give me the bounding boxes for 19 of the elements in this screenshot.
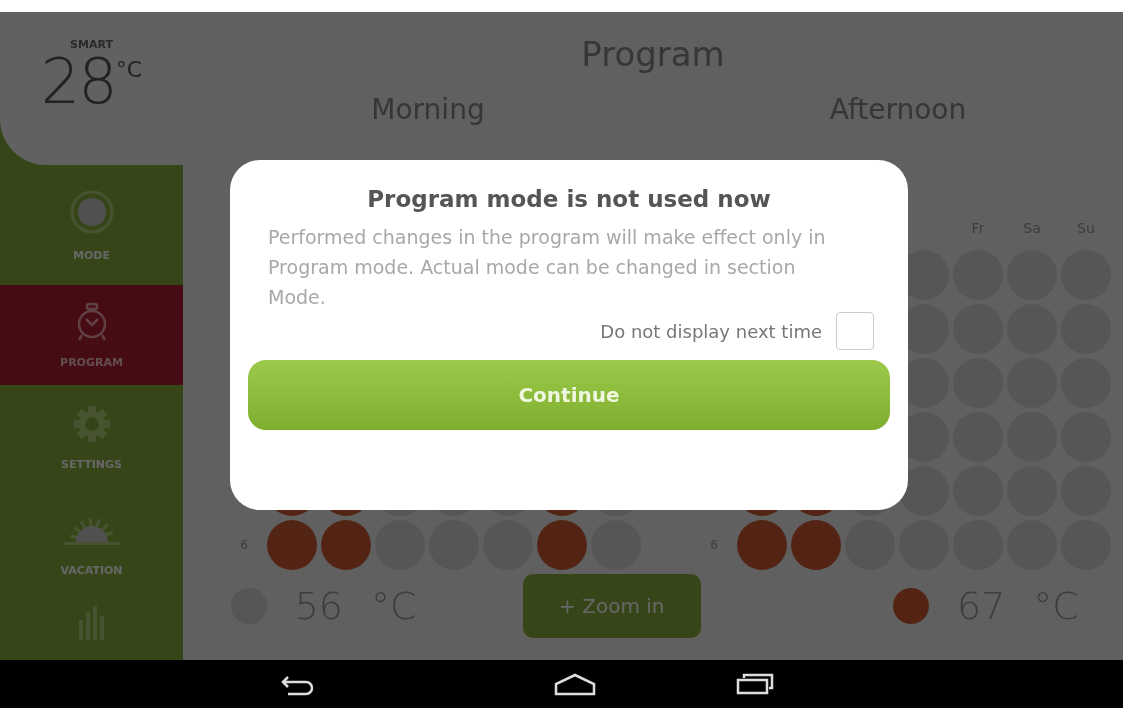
- continue-button[interactable]: Continue: [248, 360, 890, 430]
- nav-item[interactable]: SETTINGS: [0, 385, 183, 490]
- temperature-unit: °C: [115, 57, 143, 82]
- recent-apps-icon[interactable]: [736, 672, 774, 696]
- dialog-title: Program mode is not used now: [366, 186, 772, 212]
- checkbox[interactable]: [836, 312, 874, 350]
- ring-icon: [68, 188, 115, 235]
- zoom-in-button[interactable]: + Zoom in: [522, 574, 701, 638]
- temperature-value: 28: [40, 51, 116, 113]
- mode-label: SMART: [70, 38, 113, 51]
- nav-item[interactable]: VACATION: [0, 490, 183, 600]
- temperature-dot[interactable]: [893, 588, 929, 624]
- gear-icon: [71, 404, 112, 444]
- bar-chart-icon: [76, 606, 107, 640]
- checkbox-label: Do not display next time: [600, 320, 822, 342]
- nav-item[interactable]: PROGRAM: [0, 285, 183, 385]
- home-icon[interactable]: [553, 672, 597, 696]
- dialog-message: Performed changes in the program will make effect only in Program mode. Actual mode can be changed in section Mode.: [268, 225, 827, 310]
- nav-item[interactable]: MODE: [0, 165, 183, 285]
